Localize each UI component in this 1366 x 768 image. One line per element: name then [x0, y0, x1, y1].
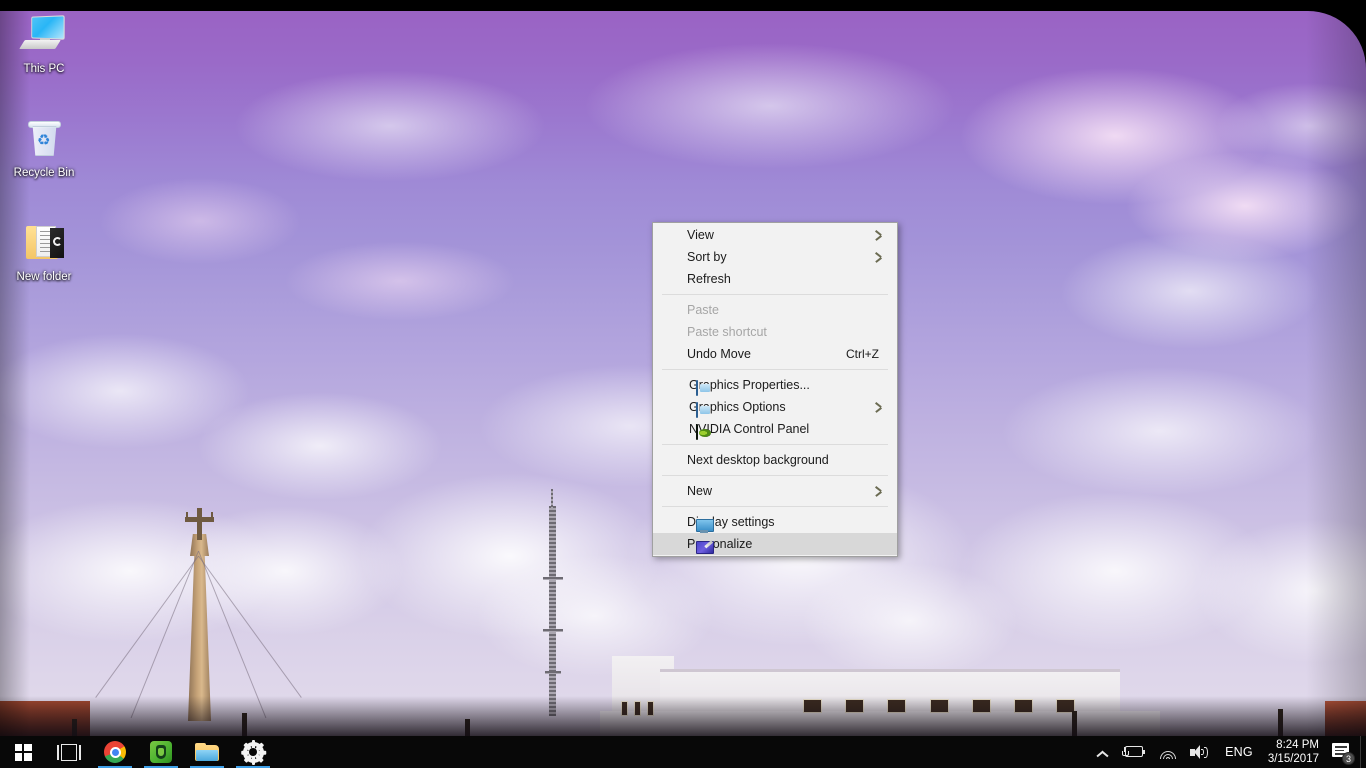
network-button[interactable]	[1152, 736, 1183, 768]
menu-item-next-desktop-background[interactable]: Next desktop background	[653, 449, 897, 471]
cloud	[900, 41, 1330, 231]
menu-item-accelerator: Ctrl+Z	[846, 347, 879, 361]
vignette-right	[1306, 11, 1366, 736]
cloud	[150, 371, 490, 521]
desktop-screen: This PC ♻ Recycle Bin New folder View So…	[0, 0, 1366, 768]
battery-button[interactable]	[1116, 736, 1152, 768]
cloud	[240, 226, 560, 336]
desktop-icon-label: New folder	[16, 271, 72, 283]
volume-button[interactable]	[1183, 736, 1216, 768]
speaker-icon	[1190, 744, 1209, 760]
antenna-arm	[543, 629, 563, 632]
cloud	[520, 21, 1020, 191]
computer-icon	[19, 12, 68, 60]
menu-item-display-settings[interactable]: Display settings	[653, 511, 897, 533]
menu-item-personalize[interactable]: Personalize	[653, 533, 897, 555]
chevron-right-icon	[874, 480, 884, 502]
menu-item-graphics-properties[interactable]: Graphics Properties...	[653, 374, 897, 396]
evernote-icon	[150, 741, 172, 763]
language-indicator[interactable]: ENG	[1216, 745, 1262, 759]
antenna-arm	[543, 577, 563, 580]
menu-item-label: Undo Move	[687, 347, 751, 361]
menu-separator	[662, 444, 888, 445]
menu-item-paste: Paste	[653, 299, 897, 321]
chrome-button[interactable]	[92, 736, 138, 768]
gear-icon	[240, 739, 266, 765]
task-view-button[interactable]	[46, 736, 92, 768]
menu-item-label: View	[687, 228, 714, 242]
cloud	[60, 161, 340, 281]
task-view-icon	[57, 743, 81, 761]
folder-icon	[20, 220, 68, 268]
cross-tip	[186, 512, 188, 519]
antenna-arm	[545, 671, 561, 674]
cloud	[0, 311, 300, 471]
desktop-icon-this-pc[interactable]: This PC	[6, 12, 82, 76]
show-desktop-button[interactable]	[1360, 736, 1366, 768]
desktop-icon-recycle-bin[interactable]: ♻ Recycle Bin	[6, 116, 82, 180]
menu-separator	[662, 369, 888, 370]
antenna-mast	[549, 506, 556, 716]
cloud	[180, 51, 600, 201]
cloud	[900, 461, 1330, 681]
system-tray: ENG 8:24 PM 3/15/2017 3	[1089, 736, 1366, 768]
notification-count-badge: 3	[1342, 752, 1355, 765]
evernote-button[interactable]	[138, 736, 184, 768]
intel-graphics-icon	[696, 380, 698, 396]
cross-tip	[211, 512, 213, 519]
windows-logo-icon	[14, 743, 32, 761]
menu-item-label: Next desktop background	[687, 453, 829, 467]
recycle-bin-icon: ♻	[20, 116, 68, 164]
clock-date: 3/15/2017	[1267, 753, 1319, 765]
battery-charging-icon	[1122, 746, 1146, 758]
menu-item-view[interactable]: View	[653, 224, 897, 246]
show-hidden-icons-button[interactable]	[1089, 736, 1116, 768]
menu-item-new[interactable]: New	[653, 480, 897, 502]
settings-button[interactable]	[230, 736, 276, 768]
chevron-up-icon	[1096, 746, 1109, 759]
wifi-icon	[1159, 746, 1176, 759]
cloud	[120, 481, 450, 661]
menu-item-label: Paste shortcut	[687, 325, 767, 339]
menu-item-paste-shortcut: Paste shortcut	[653, 321, 897, 343]
ground-haze	[0, 696, 1366, 736]
file-explorer-button[interactable]	[184, 736, 230, 768]
intel-graphics-icon	[696, 402, 698, 418]
menu-item-refresh[interactable]: Refresh	[653, 268, 897, 290]
cross-horizontal	[185, 517, 214, 522]
action-center-button[interactable]: 3	[1331, 741, 1355, 765]
desktop-icon-new-folder[interactable]: New folder	[6, 220, 82, 284]
building-roofline	[660, 669, 1120, 672]
menu-item-label: Refresh	[687, 272, 731, 286]
menu-item-nvidia-control-panel[interactable]: NVIDIA Control Panel	[653, 418, 897, 440]
clock[interactable]: 8:24 PM 3/15/2017	[1262, 738, 1331, 766]
menu-separator	[662, 475, 888, 476]
cloud	[0, 471, 340, 671]
menu-item-graphics-options[interactable]: Graphics Options	[653, 396, 897, 418]
chrome-icon	[104, 741, 126, 763]
taskbar: ENG 8:24 PM 3/15/2017 3	[0, 736, 1366, 768]
nvidia-icon	[696, 424, 698, 440]
menu-item-label: Sort by	[687, 250, 727, 264]
chevron-right-icon	[874, 246, 884, 268]
chevron-right-icon	[874, 396, 884, 418]
cross-vertical	[197, 508, 202, 540]
desktop-icon-label: Recycle Bin	[13, 167, 75, 179]
antenna-tip	[551, 489, 553, 509]
desktop-context-menu[interactable]: View Sort by Refresh Paste Paste shortcu…	[652, 222, 898, 557]
menu-item-label: New	[687, 484, 713, 498]
start-button[interactable]	[0, 736, 46, 768]
menu-item-sort-by[interactable]: Sort by	[653, 246, 897, 268]
menu-separator	[662, 506, 888, 507]
clock-time: 8:24 PM	[1276, 739, 1319, 751]
menu-item-undo-move[interactable]: Undo Move Ctrl+Z	[653, 343, 897, 365]
menu-separator	[662, 294, 888, 295]
desktop-icon-label: This PC	[23, 63, 65, 75]
chevron-right-icon	[874, 224, 884, 246]
menu-item-label: Paste	[687, 303, 719, 317]
folder-icon	[195, 742, 219, 762]
cloud	[940, 341, 1366, 521]
